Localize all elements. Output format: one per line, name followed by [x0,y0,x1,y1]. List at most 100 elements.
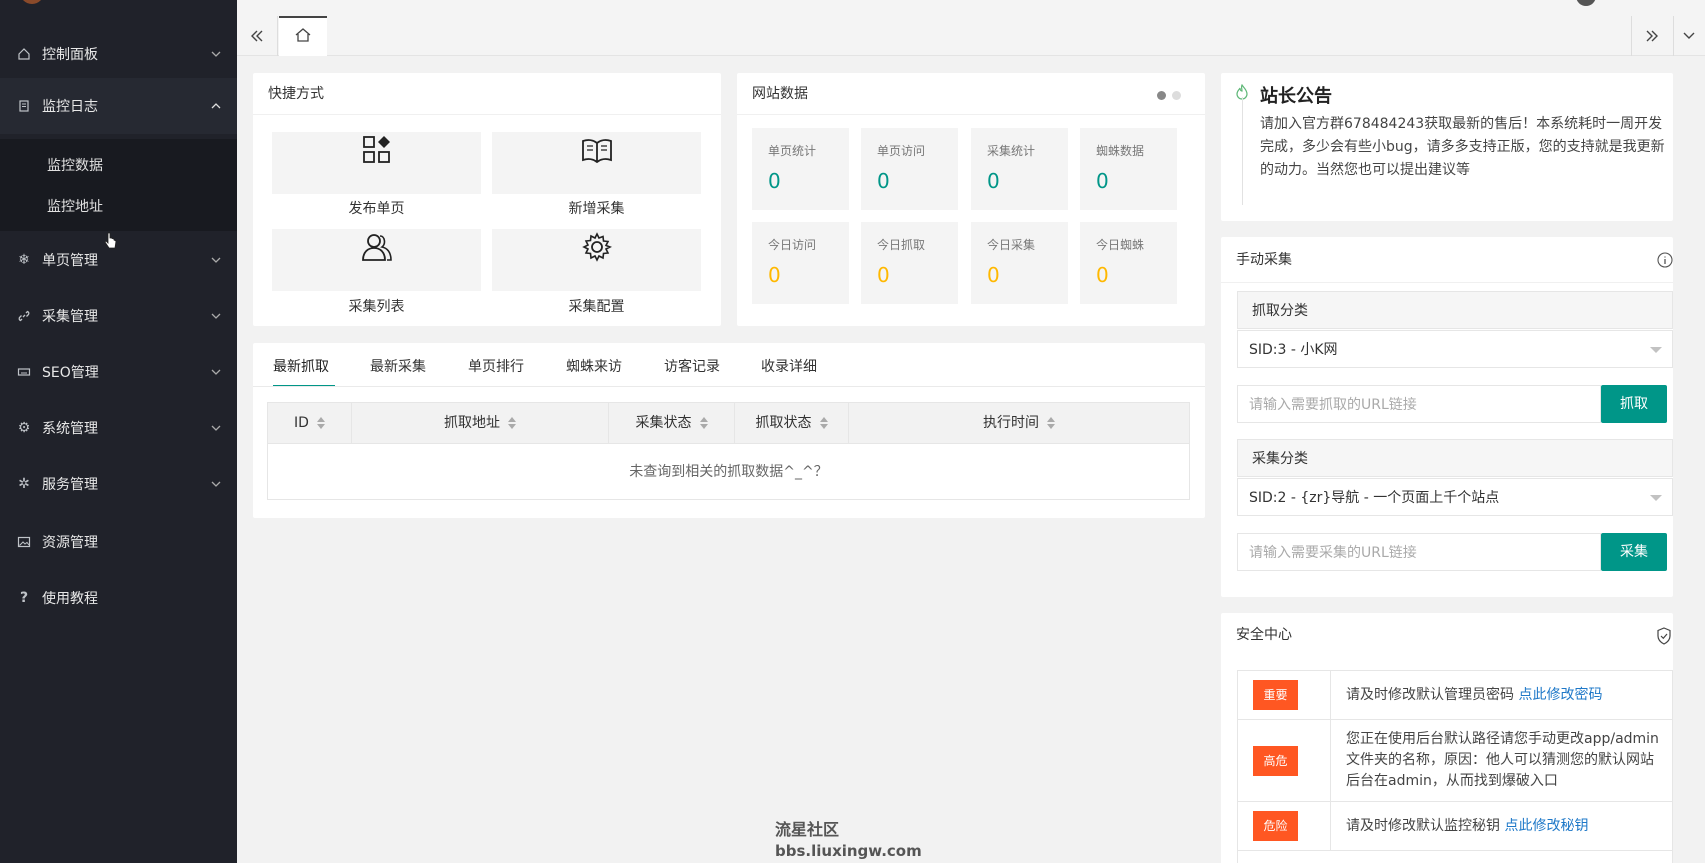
scroll-right-button[interactable] [1632,16,1672,56]
picture-icon [16,534,32,550]
shield-icon [1656,627,1672,649]
sidebar-item-system[interactable]: ⚙ 系统管理 [0,400,237,456]
quick-collect-list[interactable] [272,229,481,291]
chevron-up-icon [209,99,223,113]
severity-badge: 重要 [1253,680,1298,710]
security-title: 安全中心 [1236,627,1292,643]
stat-today-collect: 今日采集 0 [971,222,1068,304]
chevron-down-icon [209,253,223,267]
security-row: 重要 请及时修改默认管理员密码 点此修改密码 [1238,671,1672,720]
tab-visitor-log[interactable]: 访客记录 [664,356,720,376]
stat-label: 今日抓取 [877,238,926,252]
sidebar-item-resources[interactable]: 资源管理 [0,514,237,570]
sort-icon[interactable] [316,417,325,429]
fetch-category-select[interactable]: SID:3 - 小K网 [1237,330,1673,368]
caret-down-icon [1650,495,1662,501]
security-row-text: 请及时修改默认管理员密码 [1346,687,1514,703]
stat-label: 今日采集 [987,238,1036,252]
tab-spider-visits[interactable]: 蜘蛛来访 [566,356,622,376]
col-header-id[interactable]: ID [268,403,352,444]
collect-button[interactable]: 采集 [1601,533,1667,571]
tab-home[interactable] [279,16,327,56]
select-value: SID:2 - {zr}导航 - 一个页面上千个站点 [1249,490,1500,506]
manual-collect-title: 手动采集 [1221,237,1673,283]
sort-icon[interactable] [699,417,708,429]
stat-label: 蜘蛛数据 [1096,144,1145,158]
logo [20,0,44,4]
sort-icon[interactable] [1047,417,1055,429]
security-row-text: 您正在使用后台默认路径请您手动更改app/admin文件夹的名称，原因：他人可以… [1346,731,1659,789]
sidebar-item-seo[interactable]: SEO管理 [0,344,237,400]
collect-url-input[interactable]: 请输入需要采集的URL链接 [1237,533,1601,571]
tab-latest-collect[interactable]: 最新采集 [370,356,426,376]
book-icon [581,136,613,168]
fetch-table: ID 抓取地址 采集状态 抓取状态 执行时间 未查询到相关的抓取数据^_^？ [267,402,1190,500]
select-value: SID:3 - 小K网 [1249,342,1338,358]
col-header-collect-status[interactable]: 采集状态 [609,403,735,444]
carousel-dot[interactable] [1172,91,1181,100]
stat-today-fetch: 今日抓取 0 [861,222,958,304]
tab-index-detail[interactable]: 收录详细 [761,356,817,376]
fetch-button[interactable]: 抓取 [1601,385,1667,423]
table-header-row: ID 抓取地址 采集状态 抓取状态 执行时间 [268,403,1189,444]
page-menu-button[interactable] [1673,16,1705,56]
sidebar: 控制面板 监控日志 监控数据 监控地址 ❄ 单页管理 采集管理 SEO管理 ⚙ … [0,0,237,863]
sidebar-item-label: 监控日志 [42,99,98,115]
col-header-fetch-url[interactable]: 抓取地址 [352,403,609,444]
snowflake-icon: ❄ [18,252,30,268]
quick-item-label: 采集列表 [348,299,405,315]
sidebar-item-tutorial[interactable]: ? 使用教程 [0,570,237,626]
fetch-category-label: 抓取分类 [1237,291,1673,329]
stat-value: 0 [987,169,1000,193]
document-icon [16,98,32,114]
watermark-url: bbs.liuxingw.com [775,842,922,860]
stat-label: 单页访问 [877,144,926,158]
fetch-url-input[interactable]: 请输入需要抓取的URL链接 [1237,385,1601,423]
change-password-link[interactable]: 点此修改密码 [1518,687,1602,703]
sidebar-item-dashboard[interactable]: 控制面板 [0,26,237,82]
quick-new-collect[interactable] [492,132,701,194]
carousel-dot-active[interactable] [1157,91,1166,100]
stat-value: 0 [768,263,781,287]
sidebar-item-label: 采集管理 [42,309,98,325]
sort-icon[interactable] [508,417,516,429]
quick-item-label: 发布单页 [348,201,405,217]
stat-value: 0 [1096,263,1109,287]
top-bar [237,0,1705,56]
stat-value: 0 [987,263,1000,287]
collapse-left-button[interactable] [237,16,277,56]
stat-today-visits: 今日访问 0 [752,222,849,304]
sidebar-item-monitor-log[interactable]: 监控日志 [0,78,237,134]
sidebar-item-service[interactable]: ✲ 服务管理 [0,456,237,512]
col-header-fetch-status[interactable]: 抓取状态 [735,403,849,444]
security-table: 重要 请及时修改默认管理员密码 点此修改密码 高危 您正在使用后台默认路径请您手… [1237,670,1673,863]
notice-body: 请加入官方群678484243获取最新的售后！本系统耗时一周开发完成，多少会有些… [1260,116,1665,178]
info-icon[interactable] [1657,252,1673,272]
sidebar-item-collect[interactable]: 采集管理 [0,288,237,344]
change-key-link[interactable]: 点此修改秘钥 [1504,818,1588,834]
sidebar-item-label: 服务管理 [42,477,98,493]
site-data-title: 网站数据 [737,73,1205,115]
quick-collect-config[interactable] [492,229,701,291]
tab-page-ranking[interactable]: 单页排行 [468,356,524,376]
sidebar-subitem-monitor-address[interactable]: 监控地址 [47,196,103,216]
quick-publish-page[interactable] [272,132,481,194]
col-header-exec-time[interactable]: 执行时间 [849,403,1189,444]
security-row-text: 请及时修改默认监控秘钥 [1346,818,1500,834]
collect-category-label: 采集分类 [1237,439,1673,477]
severity-badge: 高危 [1253,746,1298,776]
sidebar-item-pages[interactable]: ❄ 单页管理 [0,232,237,288]
stat-collect-count: 采集统计 0 [971,128,1068,210]
security-row: 高危 您正在使用后台默认路径请您手动更改app/admin文件夹的名称，原因：他… [1238,720,1672,802]
chevron-down-icon [209,47,223,61]
notice-title: 站长公告 [1260,86,1332,107]
collect-category-select[interactable]: SID:2 - {zr}导航 - 一个页面上千个站点 [1237,478,1673,516]
tab-latest-fetch[interactable]: 最新抓取 [273,356,329,376]
sidebar-item-label: 系统管理 [42,421,98,437]
sort-icon[interactable] [819,417,828,429]
severity-badge: 危险 [1253,811,1298,841]
chevron-down-icon [209,421,223,435]
carousel-indicator[interactable] [1157,91,1181,100]
quick-shortcuts-title: 快捷方式 [253,73,721,115]
sidebar-subitem-monitor-data[interactable]: 监控数据 [47,155,103,175]
